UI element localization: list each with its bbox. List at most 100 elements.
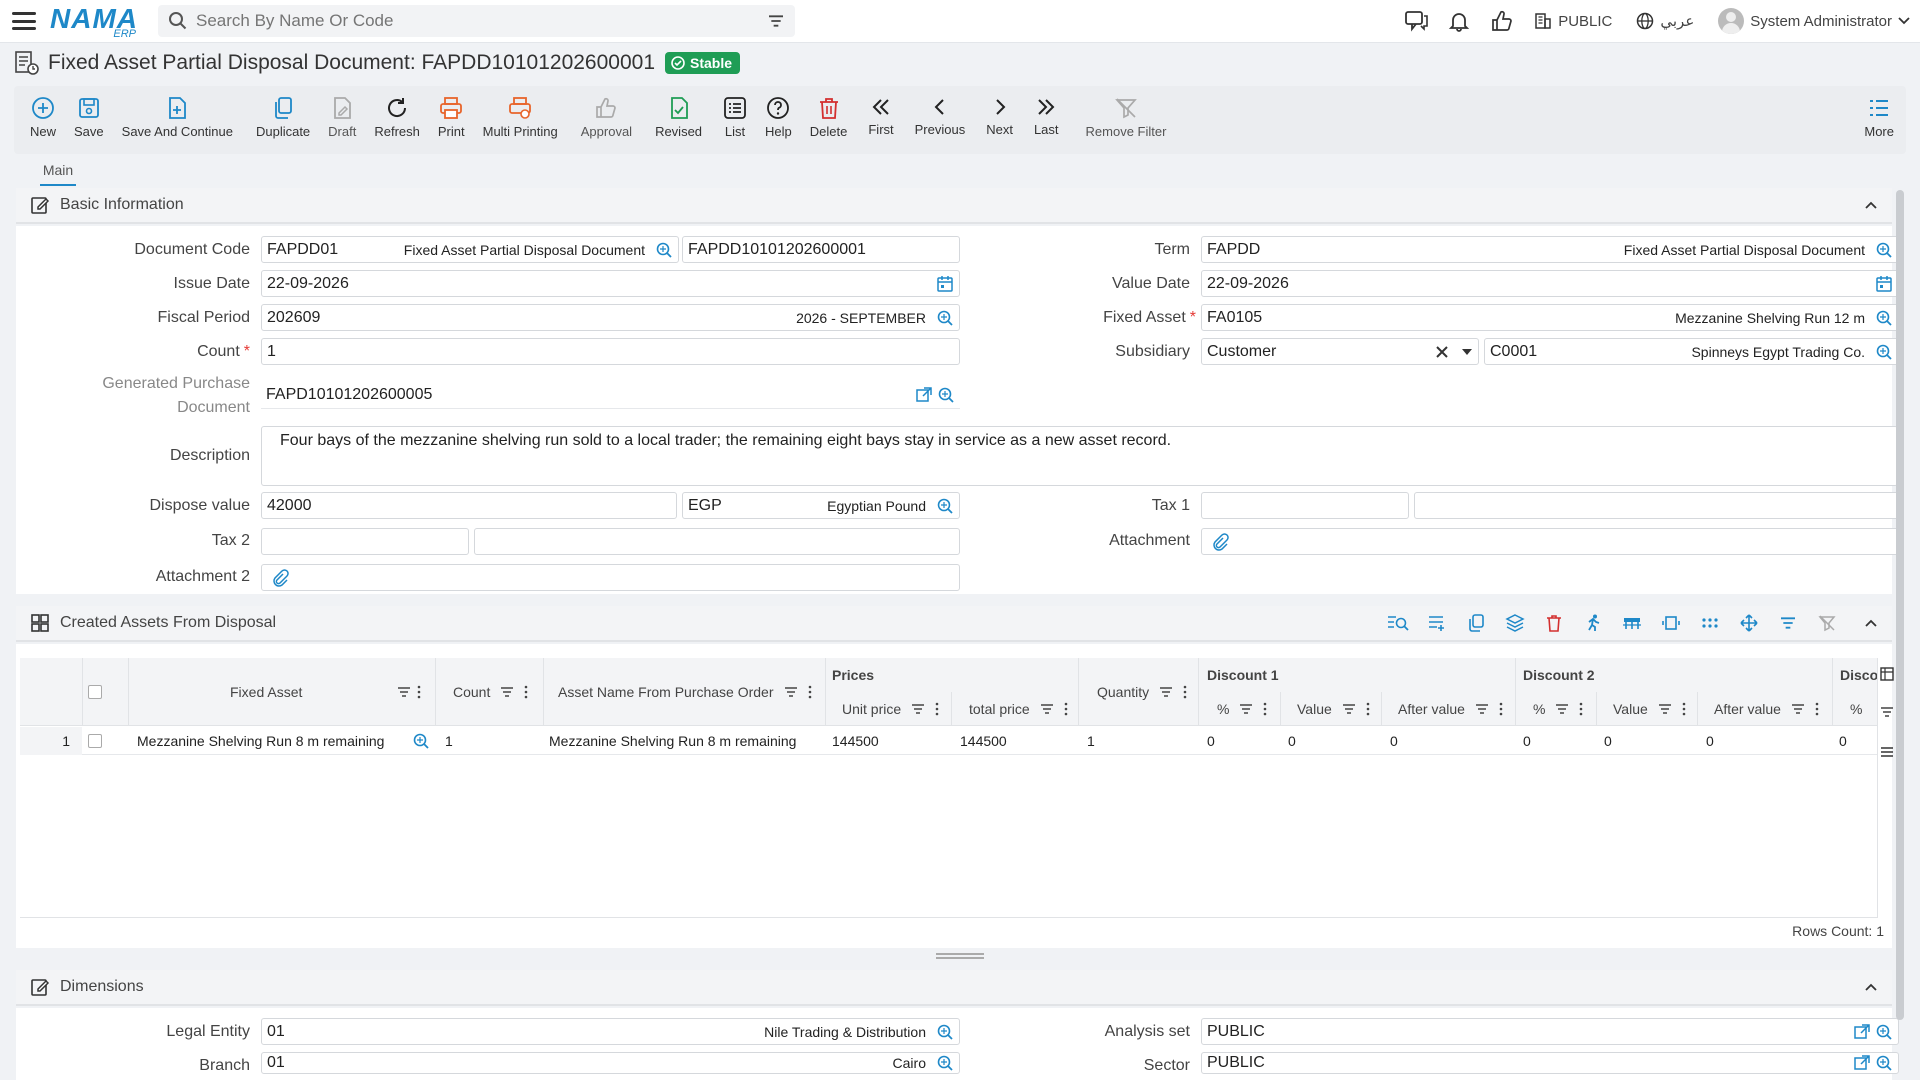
fiscal-period-field[interactable]: 202609 2026 - SEPTEMBER xyxy=(261,304,960,331)
last-button[interactable]: Last xyxy=(1034,86,1059,137)
open-external-icon[interactable] xyxy=(1853,1054,1871,1072)
print-button[interactable]: Print xyxy=(438,86,465,139)
cell-d2-after[interactable]: 0 xyxy=(1706,727,1714,755)
column-filter-icon[interactable] xyxy=(1159,686,1173,698)
cell-total-price[interactable]: 144500 xyxy=(960,727,1007,755)
paperclip-icon[interactable] xyxy=(1211,533,1229,551)
tax1-code-field[interactable] xyxy=(1201,492,1409,519)
attachment-field[interactable] xyxy=(1201,528,1899,555)
company-selector[interactable]: PUBLIC xyxy=(1534,12,1612,30)
column-menu-icon[interactable] xyxy=(1579,702,1583,716)
layers-icon[interactable] xyxy=(1495,614,1534,632)
open-external-icon[interactable] xyxy=(915,386,933,404)
chat-icon[interactable] xyxy=(1396,10,1438,32)
calendar-icon[interactable] xyxy=(936,275,954,293)
lookup-icon[interactable] xyxy=(1875,1054,1893,1072)
col-header-d1-after[interactable]: After value xyxy=(1398,699,1503,719)
cell-count[interactable]: 1 xyxy=(445,727,453,755)
move-icon[interactable] xyxy=(1729,614,1768,632)
column-filter-icon[interactable] xyxy=(1239,703,1253,715)
dots-grid-icon[interactable] xyxy=(1690,614,1729,632)
collapse-icon[interactable] xyxy=(1864,618,1878,628)
col-header-count[interactable]: Count xyxy=(453,682,528,702)
clear-icon[interactable] xyxy=(1435,345,1449,359)
currency-field[interactable]: EGP Egyptian Pound xyxy=(682,492,960,519)
draft-button[interactable]: Draft xyxy=(328,86,356,139)
lookup-icon[interactable] xyxy=(1875,343,1893,361)
branch-field[interactable]: 01 Cairo xyxy=(261,1052,960,1074)
revised-button[interactable]: Revised xyxy=(655,86,702,139)
calendar-icon[interactable] xyxy=(1875,275,1893,293)
lookup-icon[interactable] xyxy=(936,1023,954,1041)
search-input[interactable] xyxy=(196,11,767,31)
delete-button[interactable]: Delete xyxy=(810,86,847,139)
filter-icon[interactable] xyxy=(767,14,785,28)
cell-fixed-asset[interactable]: Mezzanine Shelving Run 8 m remaining xyxy=(137,727,384,755)
col-header-total-price[interactable]: total price xyxy=(969,699,1068,719)
grid-remove-filter-icon[interactable] xyxy=(1807,614,1846,632)
cell-d2-value[interactable]: 0 xyxy=(1604,727,1612,755)
col-header-unit-price[interactable]: Unit price xyxy=(842,699,939,719)
column-menu-icon[interactable] xyxy=(1815,702,1819,716)
column-menu-icon[interactable] xyxy=(417,685,421,699)
table-row[interactable]: 1 Mezzanine Shelving Run 8 m remaining 1… xyxy=(20,727,1878,755)
document-code-field[interactable]: FAPDD01 Fixed Asset Partial Disposal Doc… xyxy=(261,236,679,263)
cell-unit-price[interactable]: 144500 xyxy=(832,727,879,755)
duplicate-button[interactable]: Duplicate xyxy=(256,86,310,139)
lookup-icon[interactable] xyxy=(936,497,954,515)
column-menu-icon[interactable] xyxy=(1366,702,1370,716)
lookup-icon[interactable] xyxy=(1875,1023,1893,1041)
paperclip-icon[interactable] xyxy=(271,569,289,587)
cell-d3-pct[interactable]: 0 xyxy=(1839,727,1847,755)
column-menu-icon[interactable] xyxy=(808,685,812,699)
cell-d1-pct[interactable]: 0 xyxy=(1207,727,1215,755)
column-menu-icon[interactable] xyxy=(524,685,528,699)
lookup-icon[interactable] xyxy=(1875,309,1893,327)
language-selector[interactable]: عربي xyxy=(1636,12,1694,30)
cell-d1-after[interactable]: 0 xyxy=(1390,727,1398,755)
row-checkbox[interactable] xyxy=(88,734,102,748)
lookup-icon[interactable] xyxy=(1875,241,1893,259)
lookup-icon[interactable] xyxy=(936,309,954,327)
col-header-d2-pct[interactable]: % xyxy=(1533,699,1583,719)
cell-asset-name[interactable]: Mezzanine Shelving Run 8 m remaining xyxy=(549,727,796,755)
column-filter-icon[interactable] xyxy=(1555,703,1569,715)
multi-printing-button[interactable]: Multi Printing xyxy=(483,86,558,139)
column-menu-icon[interactable] xyxy=(1183,685,1187,699)
basic-information-header[interactable]: Basic Information xyxy=(16,188,1892,224)
list-button[interactable]: List xyxy=(723,86,747,139)
lookup-icon[interactable] xyxy=(655,241,673,259)
grid-filter-icon[interactable] xyxy=(1768,616,1807,630)
description-field[interactable]: Four bays of the mezzanine shelving run … xyxy=(261,426,1898,486)
col-header-asset-name[interactable]: Asset Name From Purchase Order xyxy=(558,682,812,702)
sector-field[interactable]: PUBLIC xyxy=(1201,1052,1899,1074)
columns-panel-icon[interactable] xyxy=(1880,666,1894,682)
cell-fixed-asset-lookup[interactable] xyxy=(412,727,430,755)
cell-d1-value[interactable]: 0 xyxy=(1288,727,1296,755)
next-button[interactable]: Next xyxy=(986,86,1013,137)
grid-search-icon[interactable] xyxy=(1378,614,1417,632)
save-and-continue-button[interactable]: Save And Continue xyxy=(122,86,233,139)
col-header-d2-value[interactable]: Value xyxy=(1613,699,1686,719)
fit-columns-icon[interactable] xyxy=(1651,614,1690,632)
column-menu-icon[interactable] xyxy=(935,702,939,716)
column-filter-icon[interactable] xyxy=(1791,703,1805,715)
dimensions-header[interactable]: Dimensions xyxy=(16,970,1892,1006)
save-button[interactable]: Save xyxy=(74,86,104,139)
resize-handle[interactable] xyxy=(936,953,984,959)
cell-d2-pct[interactable]: 0 xyxy=(1523,727,1531,755)
dispose-value-field[interactable]: 42000 xyxy=(261,492,677,519)
menu-icon[interactable] xyxy=(12,10,36,32)
count-field[interactable]: 1 xyxy=(261,338,960,365)
side-filter-icon[interactable] xyxy=(1880,704,1894,720)
col-header-fixed-asset[interactable]: Fixed Asset xyxy=(230,682,302,702)
column-filter-icon[interactable] xyxy=(1342,703,1356,715)
col-header-d3-pct[interactable]: % xyxy=(1850,699,1862,719)
side-menu-icon[interactable] xyxy=(1880,744,1894,760)
fixed-asset-field[interactable]: FA0105 Mezzanine Shelving Run 12 m xyxy=(1201,304,1899,331)
created-assets-header[interactable]: Created Assets From Disposal xyxy=(16,606,1892,642)
user-menu[interactable]: System Administrator xyxy=(1718,8,1910,34)
tax1-value-field[interactable] xyxy=(1414,492,1899,519)
generated-purchase-field[interactable]: FAPD10101202600005 xyxy=(261,382,960,409)
analysis-set-field[interactable]: PUBLIC xyxy=(1201,1018,1899,1045)
